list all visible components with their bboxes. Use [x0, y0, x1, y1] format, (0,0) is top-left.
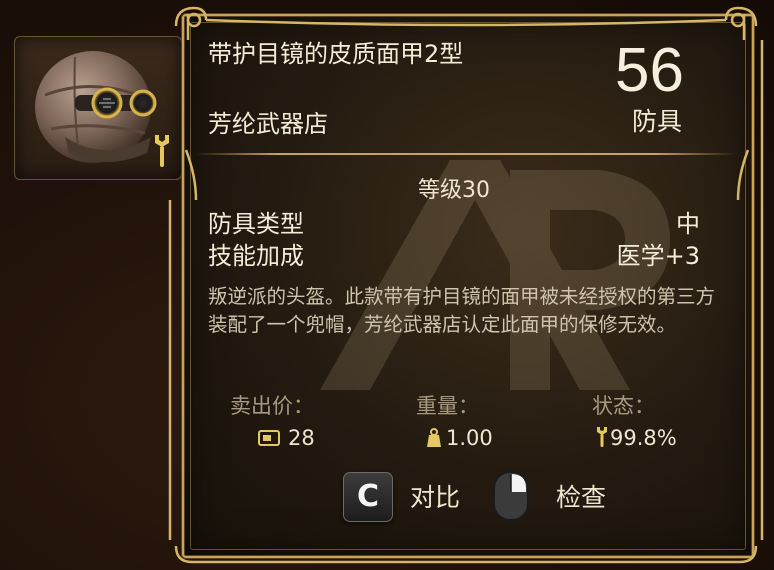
- item-name: 带护目镜的皮质面甲2型: [208, 40, 464, 68]
- condition-label: 状态：: [592, 394, 655, 418]
- item-description: 叛逆派的头盔。此款带有护目镜的面甲被未经授权的第三方装配了一个兜帽，芳纶武器店认…: [208, 285, 716, 336]
- armor-value: 56: [615, 36, 684, 105]
- item-vendor: 芳纶武器店: [208, 110, 328, 138]
- skill-bonus-value: 医学+3: [616, 242, 700, 270]
- weight-icon: [427, 428, 441, 447]
- condition-value: 99.8%: [610, 426, 677, 450]
- item-icon-slot[interactable]: [14, 36, 182, 180]
- skill-bonus-label: 技能加成: [208, 242, 304, 270]
- armor-type-label: 防具类型: [208, 210, 304, 238]
- compare-key-button[interactable]: C: [343, 472, 393, 522]
- compare-label[interactable]: 对比: [410, 478, 460, 514]
- item-level: 等级30: [418, 178, 490, 203]
- wrench-icon: [155, 135, 169, 167]
- sell-price-label: 卖出价：: [230, 394, 314, 418]
- header-divider: [196, 153, 736, 155]
- sell-price-value: 28: [288, 426, 315, 450]
- mouse-icon[interactable]: [492, 470, 530, 522]
- weight-value: 1.00: [446, 426, 493, 450]
- armor-label: 防具: [631, 107, 682, 136]
- weight-label: 重量：: [416, 394, 479, 418]
- wrench-icon: [597, 427, 607, 447]
- armor-type-value: 中: [676, 210, 700, 238]
- inspect-label[interactable]: 检查: [556, 478, 606, 514]
- caps-icon: [258, 430, 280, 446]
